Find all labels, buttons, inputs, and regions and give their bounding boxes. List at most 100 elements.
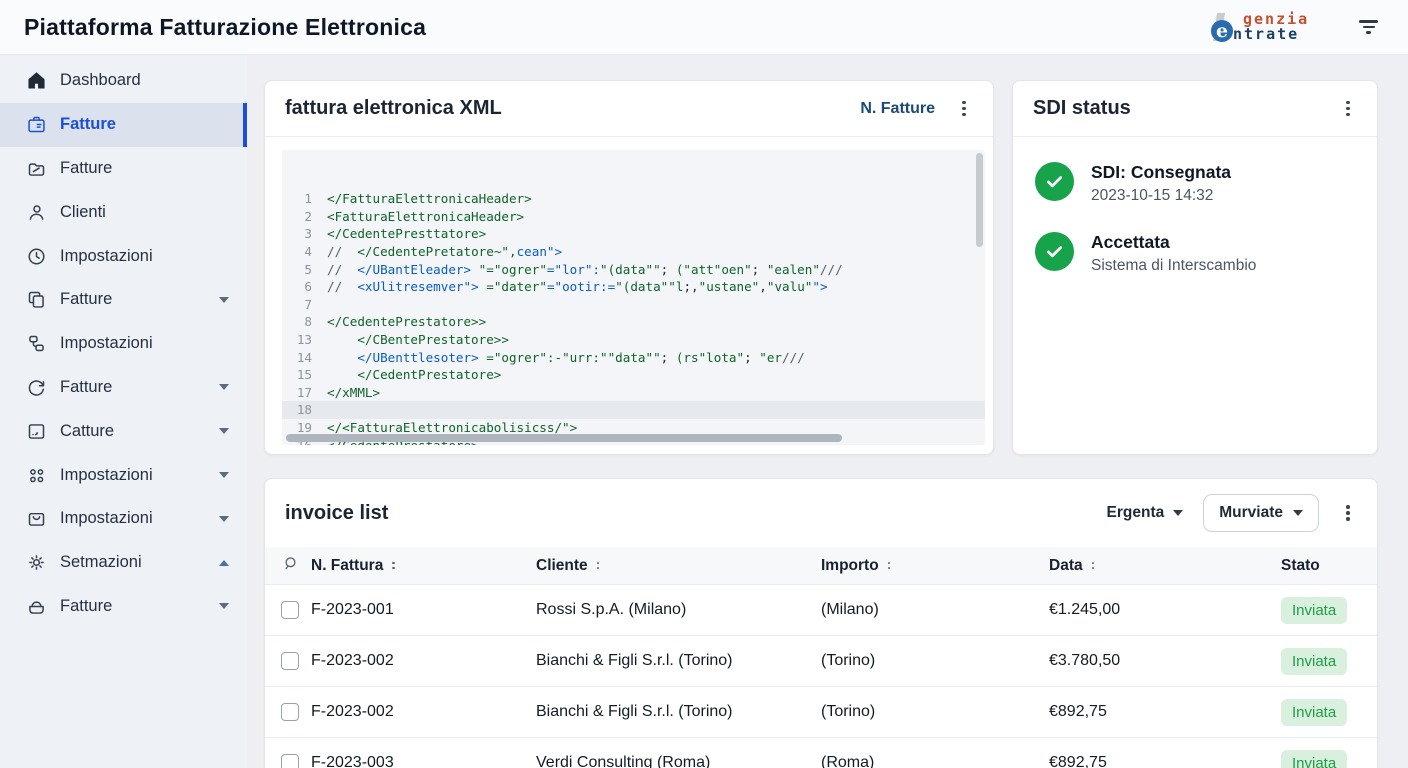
code-horizontal-scrollbar[interactable] (286, 434, 842, 442)
row-checkbox[interactable] (281, 601, 299, 619)
sidebar-item-impostazioni-6[interactable]: Impostazioni (0, 322, 247, 366)
line-number: 14 (282, 349, 312, 367)
line-number: 7 (282, 296, 312, 314)
chevron-down-icon[interactable] (219, 428, 229, 434)
home-icon (26, 70, 47, 91)
agenzia-entrate-logo[interactable]: e genzia ntrate (1209, 7, 1327, 47)
cell-numero: F-2023-001 (311, 601, 536, 619)
chevron-down-icon (1173, 510, 1183, 516)
topbar: Piattaforma Fatturazione Elettronica e g… (0, 0, 1408, 55)
sidebar-item-impostazioni-4[interactable]: Impostazioni (0, 234, 247, 278)
status-badge: Inviata (1281, 597, 1347, 624)
xml-viewer-card: fattura elettronica XML N. Fatture 1</Fa… (264, 80, 994, 455)
sdi-item-title: SDI: Consegnata (1091, 162, 1231, 183)
clock-icon (26, 246, 47, 267)
sdi-card-title: SDI status (1033, 97, 1131, 120)
column-header-n-fattura[interactable]: N. Fattura (311, 557, 536, 575)
code-line-7: 7 (282, 296, 985, 314)
sync-icon (26, 377, 47, 398)
cell-importo: (Roma) (821, 754, 1049, 768)
cell-cliente: Bianchi & Figli S.r.l. (Torino) (536, 703, 821, 721)
column-header-data[interactable]: Data (1049, 557, 1281, 575)
xml-code-viewer[interactable]: 1</FatturaElettronicaHeader>2<FatturaEle… (282, 150, 985, 445)
chevron-down-icon[interactable] (219, 603, 229, 609)
copy-icon (26, 289, 47, 310)
chevron-up-icon[interactable] (219, 560, 229, 566)
column-header-cliente[interactable]: Cliente (536, 557, 821, 575)
cell-numero: F-2023-002 (311, 652, 536, 670)
table-row-F-2023-002[interactable]: F-2023-002Bianchi & Figli S.r.l. (Torino… (265, 636, 1377, 687)
grid-icon (26, 465, 47, 486)
sort-icon[interactable] (886, 560, 893, 572)
cell-importo: (Torino) (821, 652, 1049, 670)
murviate-dropdown-label: Murviate (1219, 504, 1283, 522)
filter-icon[interactable] (1355, 16, 1382, 38)
code-line-8: 8</CedentePrestatore>> (282, 313, 985, 331)
sidebar-item-fatture-12[interactable]: Fatture (0, 585, 247, 629)
sidebar-item-setmazioni-11[interactable]: Setmazioni (0, 541, 247, 585)
ergenta-dropdown[interactable]: Ergenta (1107, 504, 1184, 522)
code-vertical-scrollbar[interactable] (976, 153, 983, 247)
cell-data: €1.245,00 (1049, 601, 1281, 619)
row-checkbox[interactable] (281, 652, 299, 670)
sdi-card-menu-icon[interactable] (1339, 98, 1357, 120)
xml-card-menu-icon[interactable] (955, 98, 973, 120)
invoice-icon (26, 114, 47, 135)
invoice-card-menu-icon[interactable] (1339, 502, 1357, 524)
code-line-18: 18 (282, 401, 985, 419)
murviate-dropdown-button[interactable]: Murviate (1203, 494, 1319, 532)
chevron-down-icon[interactable] (219, 384, 229, 390)
check-circle-icon (1035, 162, 1074, 201)
app-title: Piattaforma Fatturazione Elettronica (24, 14, 426, 41)
sidebar-item-impostazioni-10[interactable]: Impostazioni (0, 497, 247, 541)
sidebar-item-fatture-2[interactable]: Fatture (0, 147, 247, 191)
cell-cliente: Verdi Consulting (Roma) (536, 754, 821, 768)
cell-importo: (Torino) (821, 703, 1049, 721)
code-line-3: 3</CedentePresttatore> (282, 225, 985, 243)
line-number: 2 (282, 208, 312, 226)
table-row-F-2023-002[interactable]: F-2023-002Bianchi & Figli S.r.l. (Torino… (265, 687, 1377, 738)
code-line-4: 4// </CedentePretatore~",cean"> (282, 243, 985, 261)
sidebar-item-impostazioni-9[interactable]: Impostazioni (0, 453, 247, 497)
sidebar-item-label: Impostazioni (60, 509, 206, 528)
sort-icon[interactable] (390, 560, 397, 572)
chevron-down-icon[interactable] (219, 516, 229, 522)
table-row-F-2023-001[interactable]: F-2023-001Rossi S.p.A. (Milano)(Milano)€… (265, 585, 1377, 636)
sidebar-item-catture-8[interactable]: Catture (0, 409, 247, 453)
xml-card-title: fattura elettronica XML (285, 97, 502, 120)
column-header-stato: Stato (1281, 557, 1361, 575)
sidebar-item-label: Fatture (60, 378, 206, 397)
chevron-down-icon[interactable] (219, 297, 229, 303)
cell-numero: F-2023-003 (311, 754, 536, 768)
search-icon[interactable] (281, 554, 311, 578)
table-row-F-2023-003[interactable]: F-2023-003Verdi Consulting (Roma)(Roma)€… (265, 738, 1377, 768)
invoice-table-body: F-2023-001Rossi S.p.A. (Milano)(Milano)€… (265, 585, 1377, 768)
n-fatture-link[interactable]: N. Fatture (860, 100, 935, 118)
line-number: 3 (282, 225, 312, 243)
sidebar: DashboardFattureFattureClientiImpostazio… (0, 55, 247, 768)
status-badge: Inviata (1281, 750, 1347, 768)
row-checkbox[interactable] (281, 754, 299, 768)
line-number: 15 (282, 366, 312, 384)
code-line-5: 5// </UBantEleader> "="ogrer"="lor":"(da… (282, 261, 985, 279)
line-number: 4 (282, 243, 312, 261)
sort-icon[interactable] (1090, 560, 1097, 572)
sidebar-item-label: Fatture (60, 115, 225, 134)
sidebar-item-clienti-3[interactable]: Clienti (0, 190, 247, 234)
sidebar-item-fatture-7[interactable]: Fatture (0, 366, 247, 410)
chevron-down-icon[interactable] (219, 472, 229, 478)
sidebar-item-fatture-1[interactable]: Fatture (0, 103, 247, 147)
cell-cliente: Rossi S.p.A. (Milano) (536, 601, 821, 619)
sidebar-item-label: Impostazioni (60, 466, 206, 485)
code-line-1: 1</FatturaElettronicaHeader> (282, 190, 985, 208)
sort-icon[interactable] (595, 560, 602, 572)
sidebar-item-dashboard-0[interactable]: Dashboard (0, 59, 247, 103)
check-circle-icon (1035, 232, 1074, 271)
column-header-importo[interactable]: Importo (821, 557, 1049, 575)
chevron-down-icon (1293, 510, 1303, 516)
line-number: 17 (282, 384, 312, 402)
cell-data: €892,75 (1049, 754, 1281, 768)
row-checkbox[interactable] (281, 703, 299, 721)
sidebar-item-label: Setmazioni (60, 553, 206, 572)
sidebar-item-fatture-5[interactable]: Fatture (0, 278, 247, 322)
